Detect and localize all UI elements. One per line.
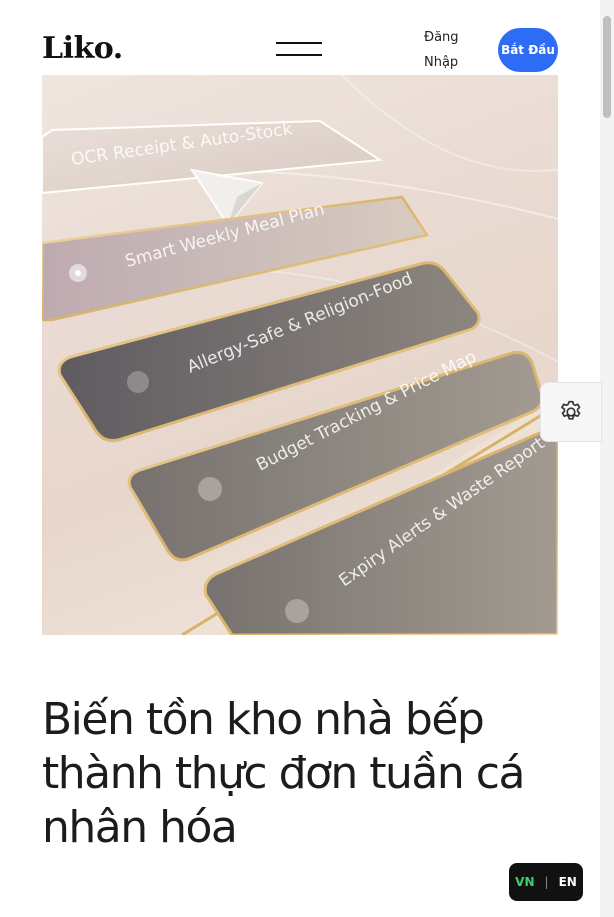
scrollbar[interactable]	[600, 0, 614, 917]
language-separator: |	[544, 875, 549, 889]
page-headline: Biến tồn kho nhà bếp thành thực đơn tuần…	[42, 694, 525, 853]
language-option-en[interactable]: EN	[559, 875, 577, 889]
login-link[interactable]: Đăng Nhập	[424, 25, 474, 75]
settings-button[interactable]	[540, 382, 602, 442]
logo[interactable]: Liko.	[42, 31, 123, 66]
language-switcher: VN | EN	[509, 863, 583, 901]
hamburger-icon	[276, 42, 322, 44]
start-button[interactable]: Bắt Đầu	[498, 28, 558, 72]
gear-icon	[561, 400, 581, 420]
scrollbar-thumb[interactable]	[603, 16, 611, 118]
feature-stack-illustration: OCR Receipt & Auto-Stock Smart Weekly Me…	[42, 75, 558, 635]
hero-image: OCR Receipt & Auto-Stock Smart Weekly Me…	[42, 75, 558, 635]
language-option-vn[interactable]: VN	[515, 875, 534, 889]
menu-button[interactable]	[276, 38, 322, 60]
